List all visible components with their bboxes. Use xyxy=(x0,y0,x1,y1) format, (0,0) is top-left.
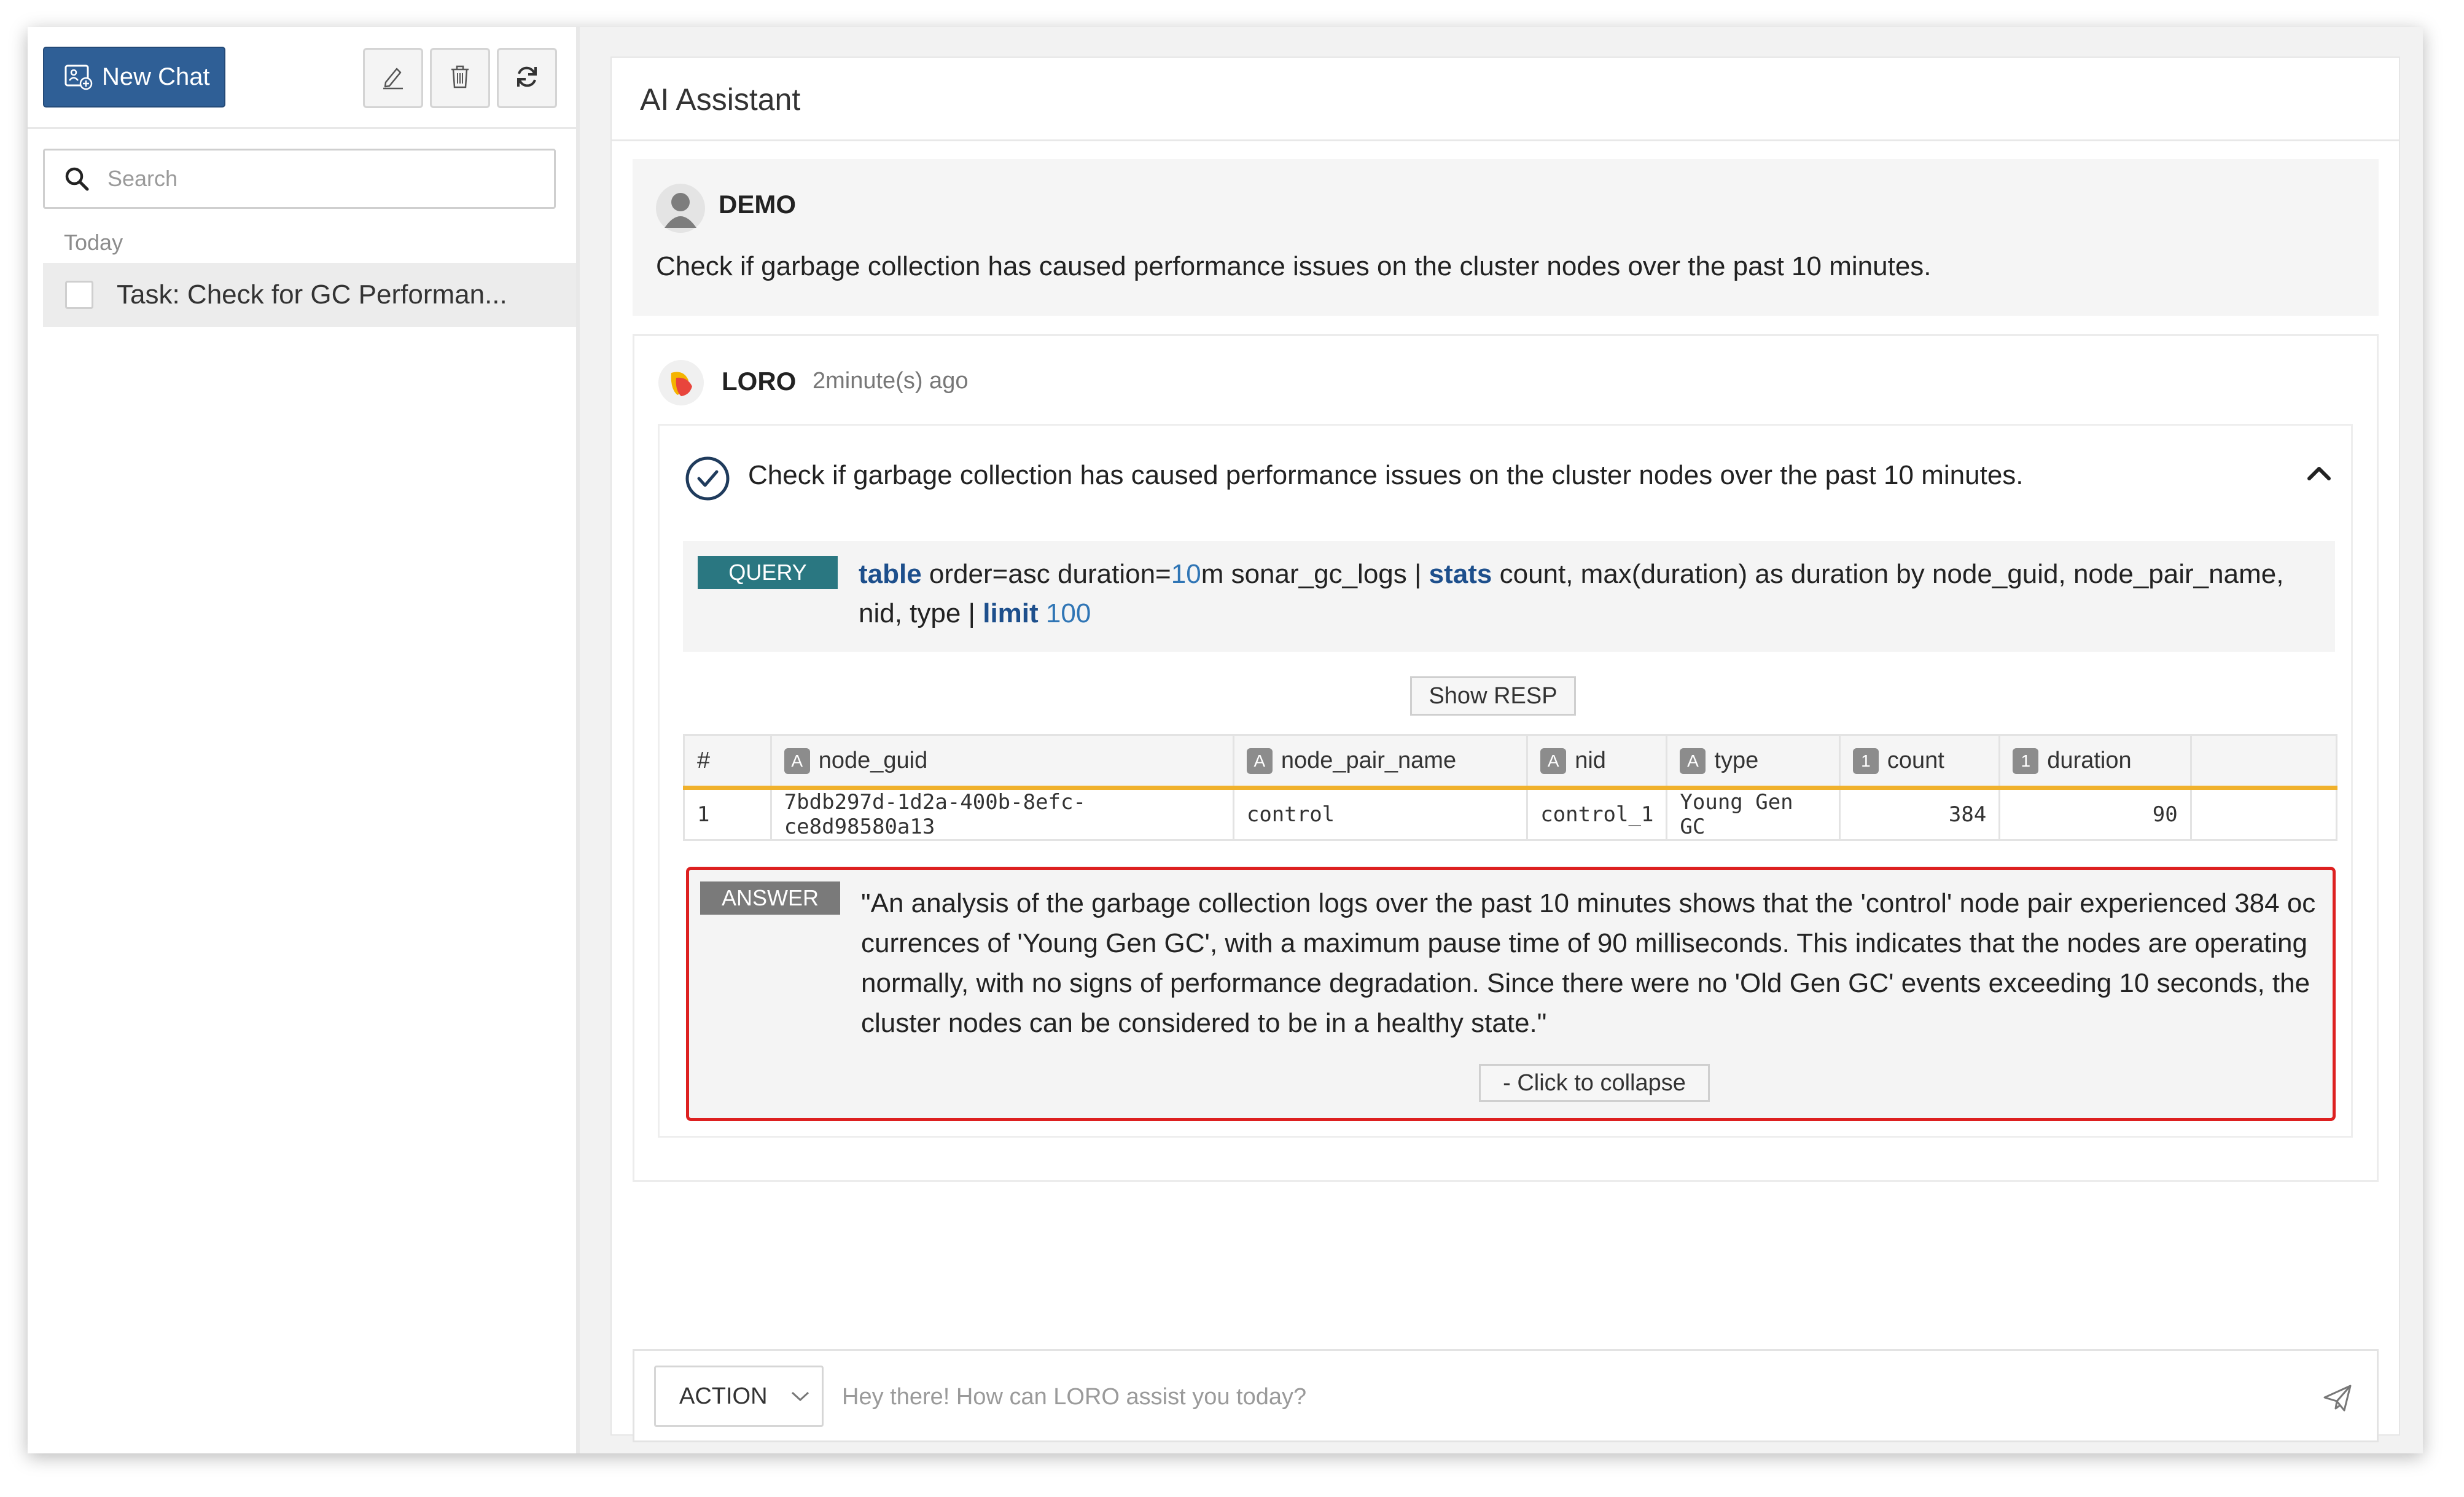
column-header[interactable]: Anode_guid xyxy=(770,734,1234,790)
answer-badge: ANSWER xyxy=(700,881,840,915)
task-panel: Check if garbage collection has caused p… xyxy=(658,424,2353,1138)
action-dropdown[interactable]: ACTION xyxy=(654,1366,824,1427)
string-type-badge: A xyxy=(1680,748,1706,775)
task-title: Check if garbage collection has caused p… xyxy=(748,460,2024,490)
bot-name: LORO xyxy=(722,367,797,396)
conversation-checkbox[interactable] xyxy=(65,281,93,309)
message-composer: ACTION xyxy=(633,1349,2379,1442)
column-header-filler xyxy=(2189,734,2338,790)
number-type-badge: 1 xyxy=(1852,748,1879,775)
edit-icon xyxy=(380,63,407,93)
search-icon xyxy=(63,165,90,192)
column-header[interactable]: Atype xyxy=(1666,734,1841,790)
column-label: # xyxy=(697,748,711,773)
show-resp-button[interactable]: Show RESP xyxy=(1410,676,1576,716)
query-fragment: m sonar_gc_logs | xyxy=(1201,559,1429,589)
chevron-down-icon xyxy=(790,1390,811,1406)
main-area: AI Assistant DEMO Check if garbage colle… xyxy=(580,27,2423,1453)
new-chat-button[interactable]: New Chat xyxy=(43,47,225,107)
table-cell: 384 xyxy=(1838,787,2001,841)
query-number: 10 xyxy=(1171,559,1201,589)
answer-text: "An analysis of the garbage collection l… xyxy=(861,888,2316,1038)
query-block: QUERY table order=asc duration=10m sonar… xyxy=(683,541,2335,652)
conversation-group-label: Today xyxy=(64,230,123,255)
column-label: nid xyxy=(1575,747,1606,773)
string-type-badge: A xyxy=(784,748,810,775)
column-header[interactable]: 1 duration xyxy=(1998,734,2192,790)
delete-button[interactable] xyxy=(430,48,490,108)
table-cell: 1 xyxy=(683,787,772,841)
edit-button[interactable] xyxy=(363,48,423,108)
refresh-button[interactable] xyxy=(497,48,557,108)
trash-icon xyxy=(448,63,472,93)
app-window: New Chat Search Today Task: Check for GC… xyxy=(28,27,2423,1453)
chevron-up-icon[interactable] xyxy=(2306,464,2333,485)
column-header[interactable]: # xyxy=(683,734,772,790)
query-badge: QUERY xyxy=(698,556,838,589)
column-label: type xyxy=(1714,747,1759,773)
bot-message: LORO 2minute(s) ago Check if garbage col… xyxy=(633,334,2379,1182)
send-icon[interactable] xyxy=(2322,1383,2353,1417)
query-fragment xyxy=(1039,598,1046,628)
column-label: node_guid xyxy=(818,747,928,773)
user-name: DEMO xyxy=(719,190,796,219)
table-header-row: # Anode_guid Anode_pair_name Anid Atype … xyxy=(683,734,2338,790)
loro-avatar-icon xyxy=(658,359,704,409)
query-number: 100 xyxy=(1045,598,1091,628)
string-type-badge: A xyxy=(1540,748,1567,775)
answer-block: ANSWER "An analysis of the garbage colle… xyxy=(686,867,2336,1121)
query-keyword: stats xyxy=(1429,559,1492,589)
search-box[interactable] xyxy=(43,149,556,209)
conversation-title: Task: Check for GC Performan... xyxy=(117,279,507,310)
search-input[interactable] xyxy=(106,165,508,192)
chat-panel: AI Assistant DEMO Check if garbage colle… xyxy=(610,57,2400,1442)
table-row: 1 7bdb297d-1d2a-400b-8efc-ce8d98580a13 c… xyxy=(683,787,2338,841)
message-timestamp: 2minute(s) ago xyxy=(813,368,969,394)
column-label: duration xyxy=(2047,747,2132,773)
number-type-badge: 1 xyxy=(2013,748,2039,775)
page-title: AI Assistant xyxy=(612,58,2399,141)
user-message: DEMO Check if garbage collection has cau… xyxy=(633,159,2379,316)
query-keyword: limit xyxy=(983,598,1039,628)
table-cell: 90 xyxy=(1998,787,2192,841)
table-cell: 7bdb297d-1d2a-400b-8efc-ce8d98580a13 xyxy=(770,787,1234,841)
column-header[interactable]: Anode_pair_name xyxy=(1232,734,1529,790)
collapse-button[interactable]: - Click to collapse xyxy=(1479,1064,1710,1102)
user-message-text: Check if garbage collection has caused p… xyxy=(656,251,1932,281)
check-circle-icon xyxy=(684,455,731,505)
action-dropdown-label: ACTION xyxy=(679,1383,768,1409)
query-keyword: table xyxy=(859,559,922,589)
user-avatar-icon xyxy=(656,184,705,236)
string-type-badge: A xyxy=(1246,748,1273,775)
query-fragment: order=asc duration= xyxy=(921,559,1171,589)
conversation-item[interactable]: Task: Check for GC Performan... xyxy=(43,263,576,327)
message-input[interactable] xyxy=(841,1378,2256,1416)
table-cell: control xyxy=(1232,787,1529,841)
table-cell-filler xyxy=(2189,787,2338,841)
table-cell: Young Gen GC xyxy=(1666,787,1841,841)
new-chat-label: New Chat xyxy=(102,63,210,90)
table-cell: control_1 xyxy=(1526,787,1668,841)
sidebar: New Chat Search Today Task: Check for GC… xyxy=(28,27,580,1453)
sidebar-toolbar: New Chat xyxy=(28,27,576,129)
column-header[interactable]: 1 count xyxy=(1838,734,2001,790)
column-header[interactable]: Anid xyxy=(1526,734,1668,790)
column-label: node_pair_name xyxy=(1281,747,1457,773)
column-label: count xyxy=(1887,747,1944,773)
refresh-icon xyxy=(513,63,540,93)
new-chat-icon xyxy=(64,64,93,91)
query-text: table order=asc duration=10m sonar_gc_lo… xyxy=(859,555,2320,633)
results-table: # Anode_guid Anode_pair_name Anid Atype … xyxy=(683,734,2338,841)
